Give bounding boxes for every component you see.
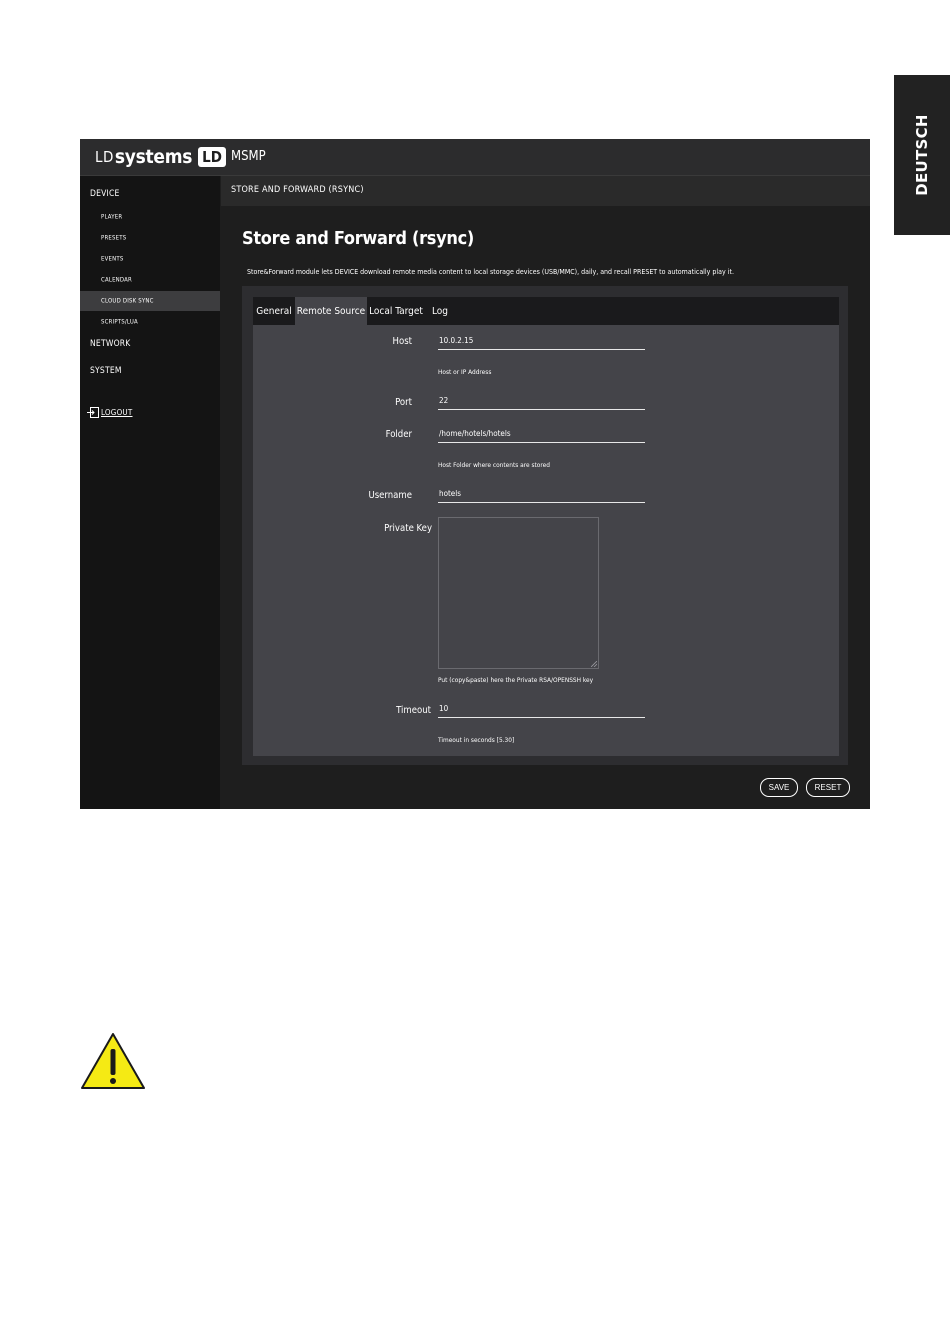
sidebar-item-system[interactable]: SYSTEM: [80, 361, 220, 381]
tab-local-target[interactable]: Local Target: [367, 297, 425, 325]
app-window: LD systems LD MSMP DEVICE PLAYER PRESETS…: [80, 139, 870, 809]
logout-label: LOGOUT: [101, 408, 133, 417]
host-label: Host: [392, 336, 412, 347]
username-input[interactable]: hotels: [438, 488, 645, 503]
page-title: Store and Forward (rsync): [242, 228, 474, 249]
reset-button[interactable]: RESET: [806, 778, 850, 797]
logout-link[interactable]: LOGOUT: [80, 407, 220, 419]
sidebar-item-cloud-disk-sync[interactable]: CLOUD DISK SYNC: [80, 291, 220, 311]
sidebar-item-events[interactable]: EVENTS: [80, 251, 220, 267]
private-key-textarea[interactable]: [438, 517, 599, 669]
page-description: Store&Forward module lets DEVICE downloa…: [247, 268, 734, 276]
folder-input[interactable]: /home/hotels/hotels: [438, 428, 645, 443]
sidebar-item-player[interactable]: PLAYER: [80, 209, 220, 225]
top-bar: LD systems LD MSMP: [80, 139, 870, 176]
app-name: MSMP: [231, 149, 266, 164]
sidebar-item-presets[interactable]: PRESETS: [80, 230, 220, 246]
tab-log[interactable]: Log: [425, 297, 455, 325]
logout-icon: [87, 407, 99, 418]
save-button[interactable]: SAVE: [760, 778, 798, 797]
resize-grip-icon[interactable]: [591, 661, 597, 667]
host-hint: Host or IP Address: [438, 368, 492, 376]
tab-general[interactable]: General: [253, 297, 295, 325]
tab-remote-source[interactable]: Remote Source: [295, 297, 367, 325]
sidebar-item-scripts-lua[interactable]: SCRIPTS/LUA: [80, 314, 220, 330]
logo-ld-badge: LD: [198, 147, 226, 167]
folder-hint: Host Folder where contents are stored: [438, 461, 550, 469]
username-label: Username: [368, 490, 412, 501]
logo-systems-text: systems: [114, 146, 193, 168]
timeout-label: Timeout: [396, 705, 431, 716]
port-input[interactable]: 22: [438, 395, 645, 410]
section-header: STORE AND FORWARD (RSYNC): [221, 176, 870, 206]
private-key-label: Private Key: [384, 523, 432, 534]
tab-bar: General Remote Source Local Target Log: [253, 297, 839, 325]
language-tab: DEUTSCH: [894, 75, 950, 235]
folder-label: Folder: [385, 429, 412, 440]
sidebar-item-calendar[interactable]: CALENDAR: [80, 272, 220, 288]
host-input[interactable]: 10.0.2.15: [438, 335, 645, 350]
remote-source-form: Host 10.0.2.15 Host or IP Address Port 2…: [253, 325, 839, 756]
logo-ld-text: LD: [95, 148, 114, 166]
port-label: Port: [395, 397, 412, 408]
timeout-input[interactable]: 10: [438, 703, 645, 718]
sidebar: DEVICE PLAYER PRESETS EVENTS CALENDAR CL…: [80, 176, 220, 809]
section-header-title: STORE AND FORWARD (RSYNC): [231, 185, 364, 195]
private-key-hint: Put (copy&paste) here the Private RSA/OP…: [438, 676, 594, 684]
sidebar-item-network[interactable]: NETWORK: [80, 334, 220, 354]
sidebar-item-device[interactable]: DEVICE: [80, 184, 220, 204]
timeout-hint: Timeout in seconds [5.30]: [438, 736, 515, 744]
language-tab-label: DEUTSCH: [913, 114, 931, 196]
ld-systems-logo: LD systems LD: [95, 146, 226, 168]
warning-triangle-icon: [81, 1033, 145, 1089]
